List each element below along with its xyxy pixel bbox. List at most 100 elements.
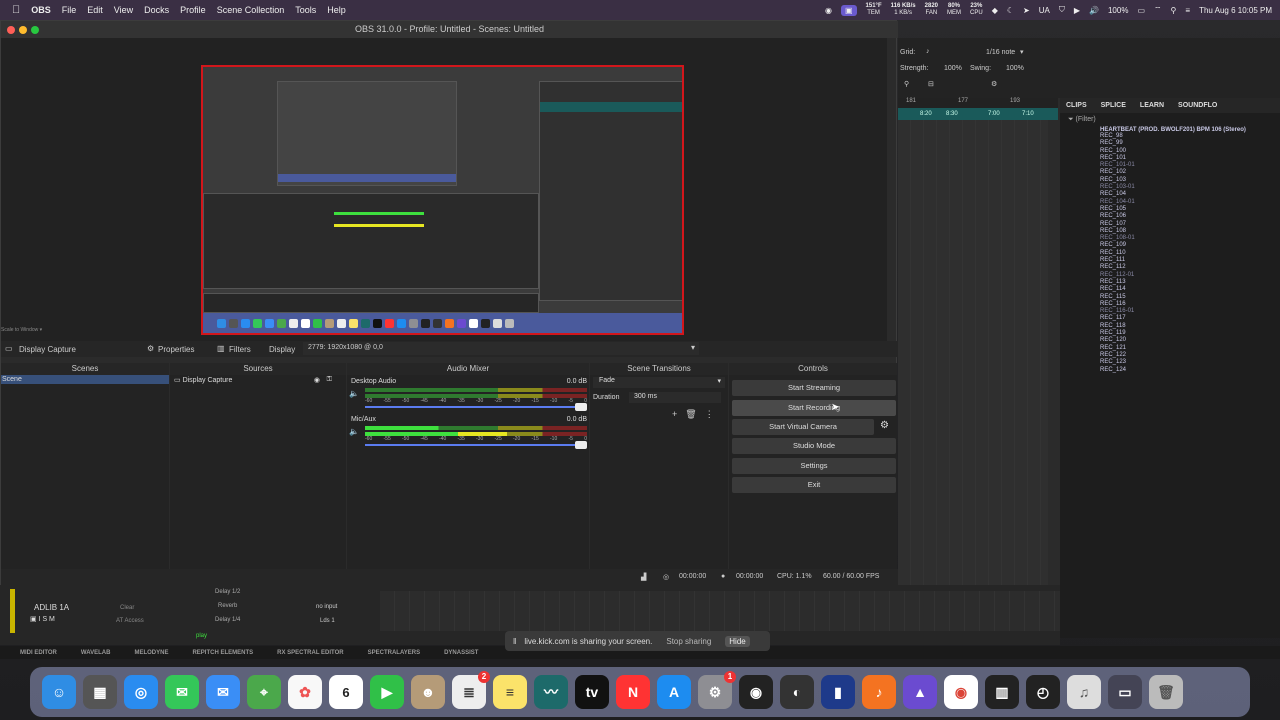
display-select[interactable]: 2779: 1920x1080 @ 0,0 ▾ (303, 342, 699, 355)
battery-percent[interactable]: 100% (1108, 6, 1128, 15)
list-item[interactable]: REC_102 (1100, 169, 1280, 176)
cpu-stat[interactable]: 23% CPU (970, 3, 983, 17)
contacts-icon[interactable]: ☻ (411, 675, 445, 709)
list-item[interactable]: REC_116-01 (1100, 308, 1280, 315)
wifi-icon[interactable]: ⌔ (1154, 5, 1162, 15)
reminders-icon[interactable]: ≣ 2 (452, 671, 490, 709)
scale-to-window[interactable]: Scale to Window ▾ (1, 327, 42, 333)
play-icon[interactable]: ▶ (1074, 6, 1080, 15)
at-access-label[interactable]: AT Access (116, 618, 144, 624)
launchpad-icon[interactable]: ▦ (83, 675, 117, 709)
list-item[interactable]: REC_101 (1100, 155, 1280, 162)
send-delay-half[interactable]: Delay 1/2 (215, 589, 240, 595)
zoom-window-icon[interactable] (31, 26, 39, 34)
list-item[interactable]: REC_123 (1100, 359, 1280, 366)
studio-mode-button[interactable]: Studio Mode (732, 438, 896, 454)
menu-view[interactable]: View (114, 5, 133, 15)
arrange-area[interactable] (380, 591, 1060, 631)
track-buttons[interactable]: ▣ I S M (30, 615, 55, 623)
list-item[interactable]: REC_110 (1100, 250, 1280, 257)
volume-slider[interactable] (365, 441, 587, 449)
shield-icon[interactable]: ⛉ (1059, 5, 1065, 15)
list-item[interactable]: REC_99 (1100, 140, 1280, 147)
menu-help[interactable]: Help (327, 5, 346, 15)
plugin-wavelab[interactable]: WAVELAB (81, 650, 111, 656)
menu-tools[interactable]: Tools (295, 5, 316, 15)
list-item[interactable]: REC_118 (1100, 323, 1280, 330)
volume-icon[interactable]: 🔈 (349, 427, 359, 436)
list-item[interactable]: REC_109 (1100, 242, 1280, 249)
list-item[interactable]: REC_101-01 (1100, 162, 1280, 169)
list-item[interactable]: REC_107 (1100, 221, 1280, 228)
output-select[interactable]: Lds 1 (320, 618, 335, 624)
metronome-icon[interactable]: ♪ (926, 48, 930, 55)
remove-transition-icon[interactable]: 🗑 (685, 409, 696, 420)
garageband-icon[interactable]: ♪ (862, 675, 896, 709)
list-item[interactable]: REC_112-01 (1100, 272, 1280, 279)
hide-button[interactable]: Hide (725, 635, 750, 647)
list-item[interactable]: REC_122 (1100, 352, 1280, 359)
list-item[interactable]: REC_108 (1100, 228, 1280, 235)
volume-icon[interactable]: 🔈 (349, 389, 359, 398)
app-store-icon[interactable]: A (657, 675, 691, 709)
finder-icon[interactable]: ☺ (42, 675, 76, 709)
language-indicator[interactable]: UA (1039, 6, 1050, 15)
filter-field[interactable]: ⏷ (Filter) (1060, 113, 1280, 127)
list-item[interactable]: REC_98 (1100, 133, 1280, 140)
screenshot-thumbnail[interactable]: ▭ (1108, 675, 1142, 709)
list-item[interactable]: REC_119 (1100, 330, 1280, 337)
close-window-icon[interactable] (7, 26, 15, 34)
properties-button[interactable]: Properties (158, 345, 194, 354)
timeline-region[interactable]: 8:20 8:30 7:00 7:10 (898, 108, 1058, 120)
list-item[interactable]: REC_121 (1100, 345, 1280, 352)
clock[interactable]: Thu Aug 6 10:05 PM (1199, 6, 1272, 15)
list-item[interactable]: REC_114 (1100, 286, 1280, 293)
more-icon[interactable]: ⋮ (705, 409, 714, 420)
stocks-icon[interactable]: 〰 (534, 675, 568, 709)
minimize-window-icon[interactable] (19, 26, 27, 34)
eye-icon[interactable]: ◉ (314, 376, 320, 384)
photos-icon[interactable]: ✿ (288, 675, 322, 709)
activity-monitor-icon[interactable]: ◴ (1026, 675, 1060, 709)
volume-icon[interactable]: 🔊 (1089, 6, 1099, 15)
list-item[interactable]: REC_103-01 (1100, 184, 1280, 191)
zoom-out-icon[interactable]: ⊟ (928, 80, 934, 88)
preview-canvas[interactable]: Scale to Window ▾ (1, 38, 887, 345)
duration-input[interactable]: 300 ms (629, 392, 721, 403)
temp-stat[interactable]: 151°F TEM (866, 3, 882, 17)
app-icon[interactable]: ▮ (821, 675, 855, 709)
filters-button[interactable]: Filters (229, 345, 251, 354)
obs-status-icon[interactable]: ◉ (825, 6, 832, 15)
transition-select[interactable]: Fade ▾ (593, 377, 725, 388)
menu-profile[interactable]: Profile (180, 5, 206, 15)
net-stat[interactable]: 116 KB/s 1 KB/s (891, 3, 916, 17)
list-item[interactable]: REC_100 (1100, 148, 1280, 155)
lock-icon[interactable]: ⚿ (327, 376, 332, 384)
menu-edit[interactable]: Edit (87, 5, 103, 15)
list-item[interactable]: REC_108-01 (1100, 235, 1280, 242)
display-capture-preview[interactable] (201, 65, 684, 335)
battery-icon[interactable]: ▭ (1137, 6, 1145, 15)
safari-icon[interactable]: ◎ (124, 675, 158, 709)
tab-soundflo[interactable]: SOUNDFLO (1178, 102, 1217, 109)
system-settings-icon[interactable]: ⚙ 1 (698, 671, 736, 709)
maps-icon[interactable]: ⌖ (247, 675, 281, 709)
track-name[interactable]: ADLIB 1A (34, 603, 69, 612)
tab-splice[interactable]: SPLICE (1101, 102, 1126, 109)
search-icon[interactable]: ⚲ (1171, 6, 1177, 15)
list-item[interactable]: REC_120 (1100, 337, 1280, 344)
list-item[interactable]: REC_124 (1100, 367, 1280, 374)
plugin-dynassist[interactable]: DYNASSIST (444, 650, 478, 656)
list-item[interactable]: REC_104-01 (1100, 199, 1280, 206)
start-recording-button[interactable]: Start Recording (732, 400, 896, 416)
clear-label[interactable]: Clear (120, 605, 134, 611)
menu-docks[interactable]: Docks (144, 5, 169, 15)
list-item[interactable]: REC_106 (1100, 213, 1280, 220)
list-item[interactable]: REC_113 (1100, 279, 1280, 286)
settings-icon[interactable]: ⚙ (991, 80, 997, 88)
plugin-melodyne[interactable]: MELODYNE (134, 650, 168, 656)
obs-app-icon[interactable]: ◉ (739, 675, 773, 709)
grid-note-select[interactable]: 1/16 note (986, 49, 1015, 56)
list-item[interactable]: REC_117 (1100, 315, 1280, 322)
exit-button[interactable]: Exit (732, 477, 896, 493)
